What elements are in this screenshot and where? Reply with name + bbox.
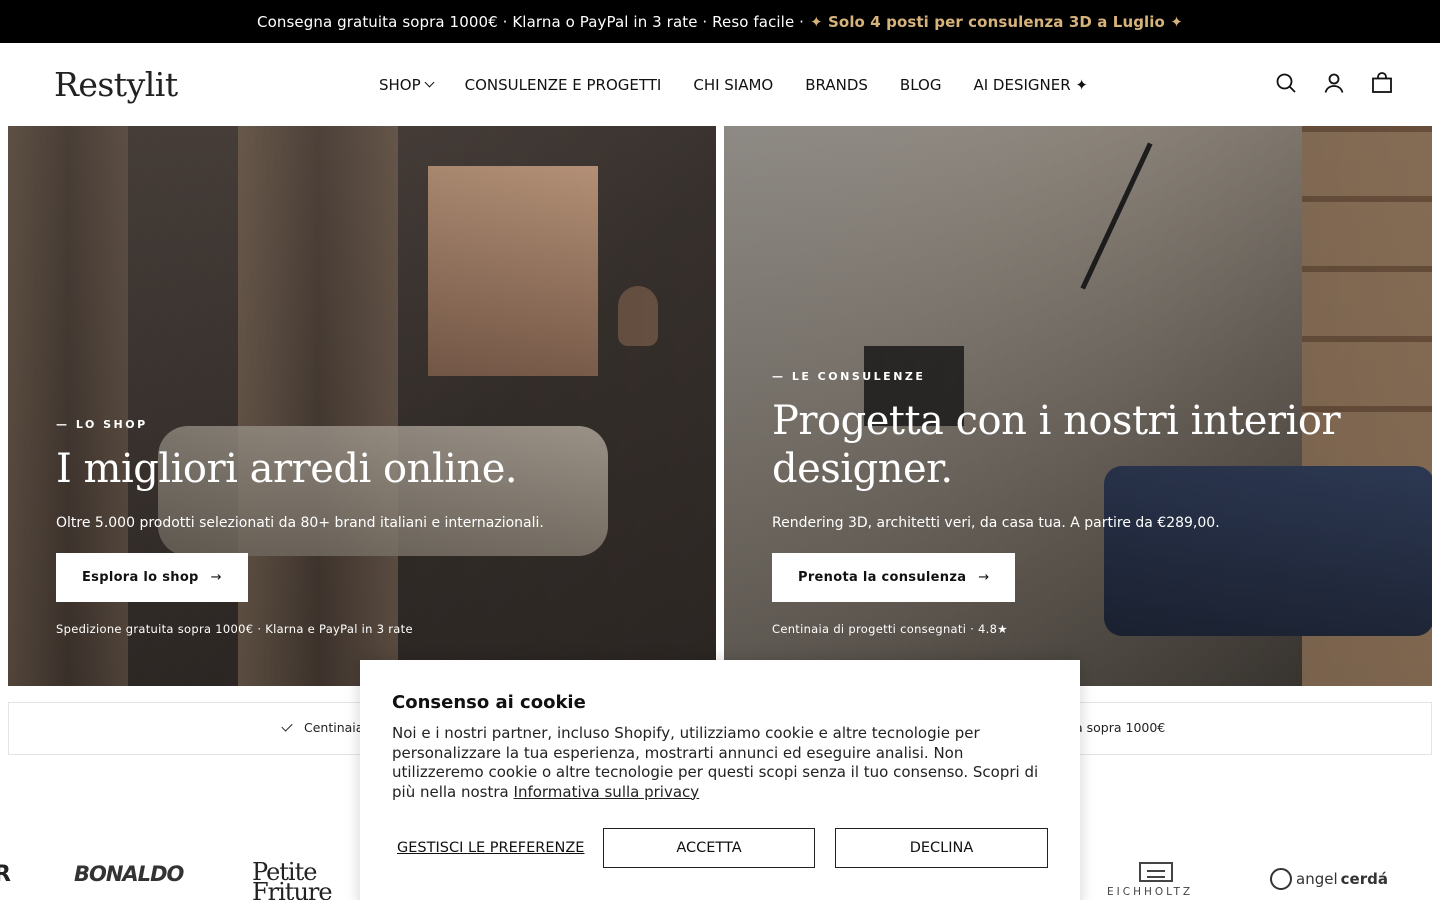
hero-shop-title: I migliori arredi online. xyxy=(56,446,518,492)
hero-consulenze-note: Centinaia di progetti consegnati · 4.8★ xyxy=(772,622,1008,636)
book-consultation-button[interactable]: Prenota la consulenza → xyxy=(772,553,1016,602)
header-icons xyxy=(1274,71,1394,95)
hero-consulenze[interactable]: — LE CONSULENZE Progetta con i nostri in… xyxy=(724,126,1432,686)
cookie-actions: GESTISCI LE PREFERENZE ACCETTA DECLINA xyxy=(392,828,1048,868)
brand-logo-angel-label: angel xyxy=(1296,870,1338,888)
nav-ai-designer[interactable]: AI DESIGNER ✦ xyxy=(973,76,1088,94)
cookie-text: Noi e i nostri partner, incluso Shopify,… xyxy=(392,724,1052,802)
privacy-policy-link[interactable]: Informativa sulla privacy xyxy=(514,783,700,801)
brand-logo-petite-friture[interactable]: Petite Friture xyxy=(252,860,333,900)
hero-consulenze-title: Progetta con i nostri interior designer. xyxy=(772,397,1341,493)
manage-preferences-button[interactable]: GESTISCI LE PREFERENZE xyxy=(392,828,592,868)
eichholtz-mark-icon xyxy=(1139,862,1173,882)
decline-cookies-button[interactable]: DECLINA xyxy=(835,828,1048,868)
hero-shop-note: Spedizione gratuita sopra 1000€ · Klarna… xyxy=(56,622,413,636)
trust-item: a sopra 1000€ xyxy=(1075,720,1165,735)
hero-shop-eyebrow: — LO SHOP xyxy=(56,418,148,431)
book-consultation-label: Prenota la consulenza xyxy=(798,570,967,585)
brand-logo-eichholtz-label: EICHHOLTZ xyxy=(1107,886,1194,898)
check-icon xyxy=(281,720,293,732)
brand-logo-angel-cerda[interactable]: angel cerdá xyxy=(1270,868,1388,890)
hero-shop-subtitle: Oltre 5.000 prodotti selezionati da 80+ … xyxy=(56,515,544,531)
brand-logo-bonaldo[interactable]: BONALDO xyxy=(74,862,184,886)
site-header: Restylit SHOP CONSULENZE E PROGETTI CHI … xyxy=(0,43,1440,126)
announcement-bar: Consegna gratuita sopra 1000€ · Klarna o… xyxy=(0,0,1440,43)
cookie-consent-dialog: Consenso ai cookie Noi e i nostri partne… xyxy=(360,660,1080,900)
site-logo[interactable]: Restylit xyxy=(54,65,178,104)
hero-consulenze-subtitle: Rendering 3D, architetti veri, da casa t… xyxy=(772,515,1220,531)
search-icon[interactable] xyxy=(1274,71,1298,95)
explore-shop-button[interactable]: Esplora lo shop → xyxy=(56,553,248,602)
trust-item: Centinaia xyxy=(281,720,364,735)
arrow-right-icon: → xyxy=(978,570,990,585)
hero-consulenze-title-line2: designer. xyxy=(772,446,953,492)
cart-icon[interactable] xyxy=(1370,71,1394,95)
account-icon[interactable] xyxy=(1322,71,1346,95)
hero-consulenze-content: — LE CONSULENZE Progetta con i nostri in… xyxy=(772,370,1341,636)
explore-shop-label: Esplora lo shop xyxy=(82,570,199,585)
accept-cookies-button[interactable]: ACCETTA xyxy=(603,828,815,868)
arrow-right-icon: → xyxy=(210,570,222,585)
nav-chi-siamo[interactable]: CHI SIAMO xyxy=(693,76,773,94)
trust-item-label: Centinaia xyxy=(304,720,364,735)
brand-logo-petite-line2: Friture xyxy=(252,878,333,900)
angel-cerda-mark-icon xyxy=(1270,868,1292,890)
hero-shop[interactable]: — LO SHOP I migliori arredi online. Oltr… xyxy=(8,126,716,686)
trust-item-label: a sopra 1000€ xyxy=(1075,720,1166,735)
brand-logo-eichholtz[interactable]: EICHHOLTZ xyxy=(1107,862,1193,898)
announcement-promo[interactable]: ✦ Solo 4 posti per consulenza 3D a Lugli… xyxy=(810,13,1183,31)
hero-consulenze-title-line1: Progetta con i nostri interior xyxy=(772,398,1341,444)
nav-blog[interactable]: BLOG xyxy=(900,76,942,94)
cookie-title: Consenso ai cookie xyxy=(392,692,586,713)
nav-shop-label: SHOP xyxy=(379,75,421,94)
brand-logo-partial[interactable]: R xyxy=(0,862,11,887)
nav-brands[interactable]: BRANDS xyxy=(805,76,868,94)
chevron-down-icon xyxy=(424,77,435,88)
brand-logo-cerda-label: cerdá xyxy=(1340,870,1388,888)
main-nav: SHOP CONSULENZE E PROGETTI CHI SIAMO BRA… xyxy=(379,43,1120,126)
hero-shop-content: — LO SHOP I migliori arredi online. Oltr… xyxy=(56,418,544,636)
nav-shop[interactable]: SHOP xyxy=(379,75,435,94)
cookie-body: Noi e i nostri partner, incluso Shopify,… xyxy=(392,724,1039,801)
nav-consulenze[interactable]: CONSULENZE E PROGETTI xyxy=(465,76,662,94)
announcement-text: Consegna gratuita sopra 1000€ · Klarna o… xyxy=(257,12,805,31)
hero-consulenze-eyebrow: — LE CONSULENZE xyxy=(772,370,926,383)
